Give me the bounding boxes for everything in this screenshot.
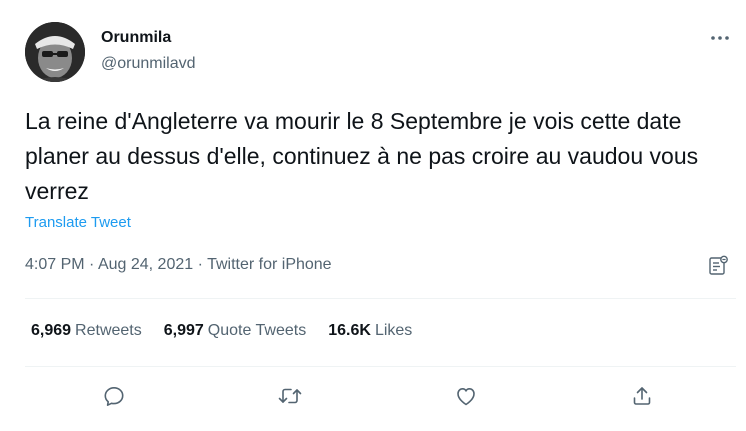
retweets-label: Retweets [75, 322, 142, 339]
reply-icon [104, 387, 124, 406]
action-bar [0, 380, 746, 412]
like-button[interactable] [450, 380, 482, 412]
retweets-stat[interactable]: 6,969 Retweets [31, 322, 142, 340]
share-button[interactable] [626, 380, 658, 412]
analytics-button[interactable] [706, 254, 730, 278]
author-handle[interactable]: @orunmilavd [101, 55, 196, 73]
tweet-text: La reine d'Angleterre va mourir le 8 Sep… [25, 108, 699, 204]
likes-stat[interactable]: 16.6K Likes [328, 322, 412, 340]
translate-tweet-link[interactable]: Translate Tweet [25, 214, 131, 231]
tweet-date[interactable]: Aug 24, 2021 [98, 256, 193, 273]
meta-separator: · [193, 256, 208, 273]
avatar[interactable] [25, 22, 85, 82]
reply-button[interactable] [98, 380, 130, 412]
likes-label: Likes [374, 322, 413, 339]
quote-tweets-stat[interactable]: 6,997 Quote Tweets [164, 322, 306, 340]
more-options-button[interactable] [704, 27, 736, 49]
divider [25, 298, 736, 299]
retweet-button[interactable] [274, 380, 306, 412]
more-horizontal-icon [711, 36, 729, 40]
author-display-name[interactable]: Orunmila [101, 29, 171, 47]
tweet-source[interactable]: Twitter for iPhone [207, 256, 332, 273]
heart-icon [457, 388, 475, 406]
tweet-card: Orunmila @orunmilavd La reine d'Angleter… [0, 0, 746, 431]
retweets-count: 6,969 [31, 322, 72, 339]
tweet-time[interactable]: 4:07 PM [25, 256, 85, 273]
divider [25, 366, 736, 367]
meta-separator: · [84, 256, 98, 273]
share-icon [633, 387, 651, 405]
analytics-icon [709, 255, 728, 275]
engagement-stats: 6,969 Retweets 6,997 Quote Tweets 16.6K Likes [31, 322, 434, 340]
tweet-metadata: 4:07 PM · Aug 24, 2021 · Twitter for iPh… [25, 256, 332, 274]
quote-tweets-count: 6,997 [163, 322, 204, 339]
avatar-image [25, 22, 85, 82]
likes-count: 16.6K [328, 322, 371, 339]
quote-tweets-label: Quote Tweets [207, 322, 307, 339]
retweet-icon [278, 388, 302, 404]
